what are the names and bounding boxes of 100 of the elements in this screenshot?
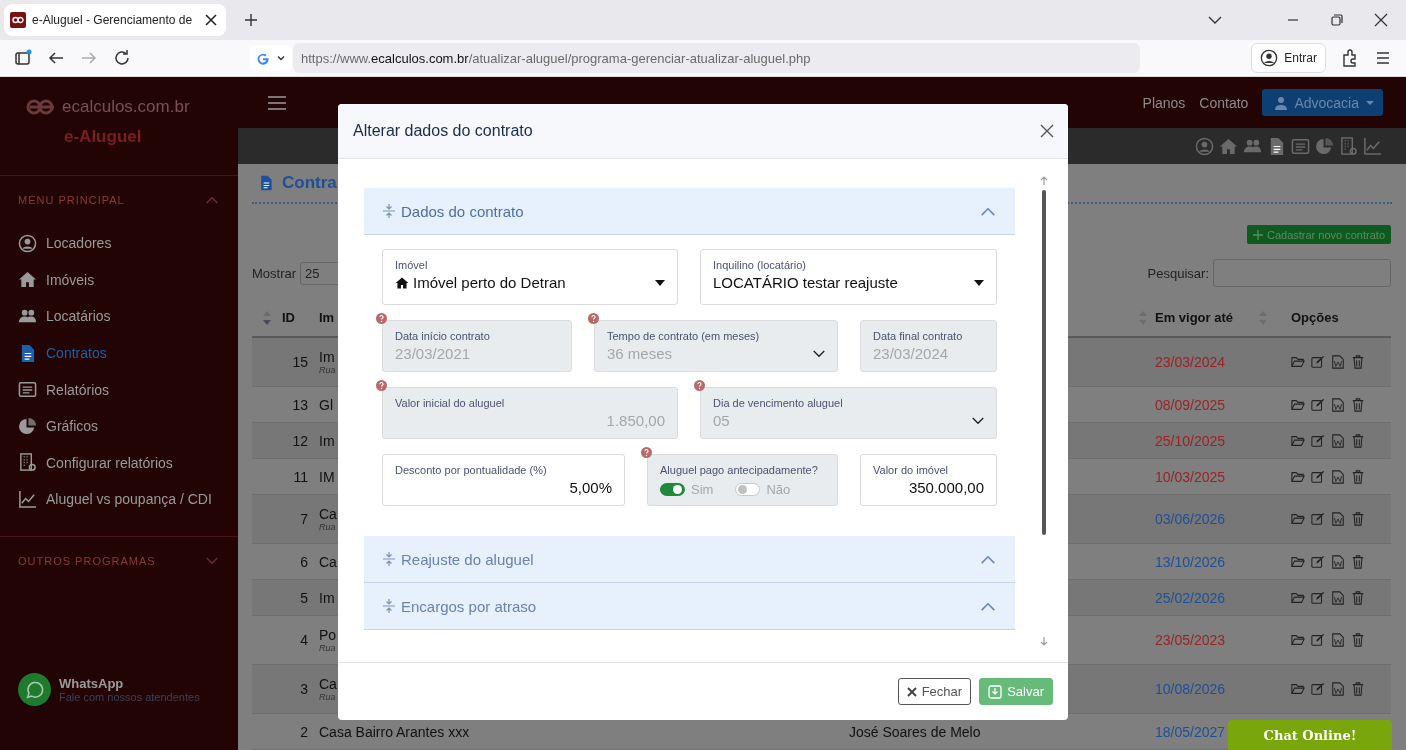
select-field[interactable]: Inquilino (locatário) LOCATÁRIO testar reajuste [700,249,997,305]
address-text: Rua [319,643,336,653]
trash-icon[interactable] [1351,633,1365,647]
pie-icon [1315,136,1334,156]
edit-icon[interactable] [1311,397,1325,412]
address-bar[interactable]: https://www.ecalculos.com.br/atualizar-aluguel/programa-gerenciar-atualizar-aluguel.php [293,43,1141,73]
edit-icon[interactable] [1311,469,1325,484]
edit-icon[interactable] [1311,554,1325,569]
new-tab-icon[interactable] [244,13,258,27]
sign-in-button[interactable]: Entrar [1251,43,1326,73]
grid-icon [1339,136,1358,156]
list-icon [18,380,37,400]
word-document-icon[interactable] [1331,355,1345,369]
word-document-icon[interactable] [1331,397,1345,412]
chevron-icon [980,554,996,564]
expand-icon [383,599,395,613]
word-document-icon[interactable] [1331,633,1345,647]
word-document-icon[interactable] [1331,554,1345,569]
menu-icon[interactable] [1374,49,1392,67]
edit-icon[interactable] [1311,682,1325,696]
search-engine-button[interactable] [250,45,292,71]
table-cell-text: 15 [291,354,308,370]
browser-tab[interactable]: e-Aluguel - Gerenciamento de [4,4,226,36]
word-document-icon[interactable] [1331,469,1345,484]
whatsapp-subtitle: Fale com nossos atendentes [59,691,200,703]
file-icon [258,174,274,192]
close-icon[interactable] [204,13,218,27]
table-cell-text: 12 [291,432,308,449]
folder-icon[interactable] [1291,590,1305,605]
trash-icon[interactable] [1351,512,1365,526]
folder-icon[interactable] [1291,682,1305,696]
sidebar-toggle-icon[interactable] [14,49,32,67]
nav-link[interactable]: Contato [1199,94,1249,111]
toggle-label: Não [766,482,791,497]
date-cell: 10/08/2026 [1155,681,1226,697]
folder-icon[interactable] [1291,633,1305,647]
scroll-up-icon[interactable] [1039,176,1049,186]
user-circle-icon [1195,136,1214,156]
close-icon[interactable] [1040,124,1054,138]
folder-icon[interactable] [1291,355,1305,369]
table-cell: Im [319,432,335,449]
input-field[interactable]: Desconto por pontualidade (%) 5,00% [382,454,625,506]
sort-icon[interactable] [263,310,271,325]
trash-icon[interactable] [1351,433,1365,448]
trash-icon[interactable] [1351,682,1365,696]
folder-icon[interactable] [1291,512,1305,526]
date-cell: 23/05/2023 [1155,632,1226,648]
trash-icon[interactable] [1351,355,1365,369]
word-document-icon[interactable] [1331,682,1345,696]
menu-icon[interactable] [268,95,286,110]
reload-icon[interactable] [113,49,131,67]
accordion-header[interactable]: Dados do contrato [364,188,1015,235]
table-cell: IM [319,468,335,485]
dialog-title: Alterar dados do contrato [353,122,533,140]
trash-icon[interactable] [1351,554,1365,569]
folder-icon[interactable] [1291,397,1305,412]
table-cell-text: 6 [299,553,308,570]
edit-icon[interactable] [1311,633,1325,647]
folder-icon[interactable] [1291,433,1305,448]
search-field[interactable] [1213,259,1391,287]
edit-icon[interactable] [1311,433,1325,448]
word-document-icon[interactable] [1331,512,1345,526]
sidebar-item[interactable]: Gráficos [0,407,238,445]
date-cell: 10/03/2025 [1155,468,1226,485]
sidebar-item[interactable]: Imóveis [0,261,238,299]
edit-icon[interactable] [1311,355,1325,369]
edit-icon[interactable] [1311,512,1325,526]
column-header[interactable]: Opções [1291,310,1391,325]
nav-link[interactable]: Planos [1142,94,1186,111]
word-document-icon[interactable] [1331,590,1345,605]
sidebar-item[interactable]: Aluguel vs poupança / CDI [0,481,238,518]
g-logo-icon [256,51,270,65]
restore-icon[interactable] [1330,13,1344,27]
site-favicon-icon [10,12,26,28]
extensions-icon[interactable] [1341,49,1359,67]
sidebar-item[interactable]: Configurar relatórios [0,444,238,482]
trash-icon[interactable] [1351,397,1365,412]
whatsapp-icon[interactable] [18,673,51,706]
caret-icon [974,279,984,286]
trash-icon[interactable] [1351,590,1365,605]
column-header[interactable]: Em vigor até [1155,310,1259,325]
edit-icon[interactable] [1311,590,1325,605]
sidebar-item[interactable]: Locatários [0,298,238,335]
close-button[interactable]: Fechar [897,678,972,705]
scroll-down-icon[interactable] [1039,636,1049,646]
word-document-icon[interactable] [1331,433,1345,448]
trash-icon[interactable] [1351,469,1365,484]
close-icon[interactable] [1374,13,1388,27]
sidebar-item[interactable]: Locadores [0,225,238,262]
table-cell-text: 4 [299,632,308,648]
column-header[interactable]: ID [282,310,308,325]
folder-icon[interactable] [1291,469,1305,484]
input-field[interactable]: Valor do imóvel 350.000,00 [860,454,997,506]
whatsapp-title[interactable]: WhatsApp [59,676,200,691]
scrollbar[interactable] [1039,176,1049,646]
chevron-icon [206,556,218,565]
select-field[interactable]: Imóvel Imóvel perto do Detran [382,249,678,305]
sidebar-item[interactable]: Relatórios [0,371,238,408]
folder-icon[interactable] [1291,554,1305,569]
table-cell-text: 13 [291,396,308,413]
